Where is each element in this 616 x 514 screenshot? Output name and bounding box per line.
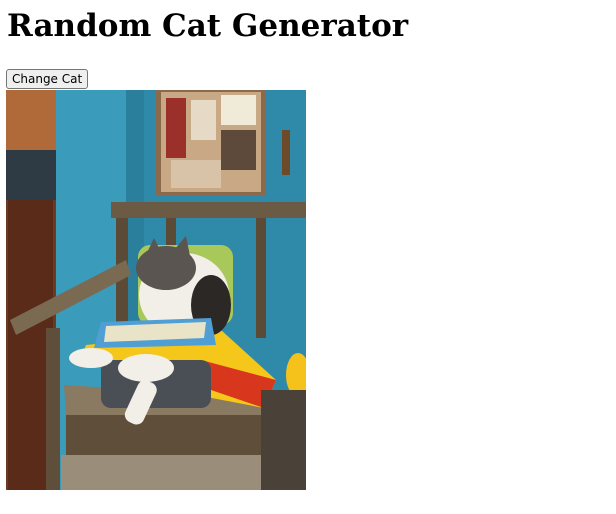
cat-photo [6,90,306,490]
change-cat-button[interactable]: Change Cat [6,69,89,89]
page-title: Random Cat Generator [7,8,409,44]
